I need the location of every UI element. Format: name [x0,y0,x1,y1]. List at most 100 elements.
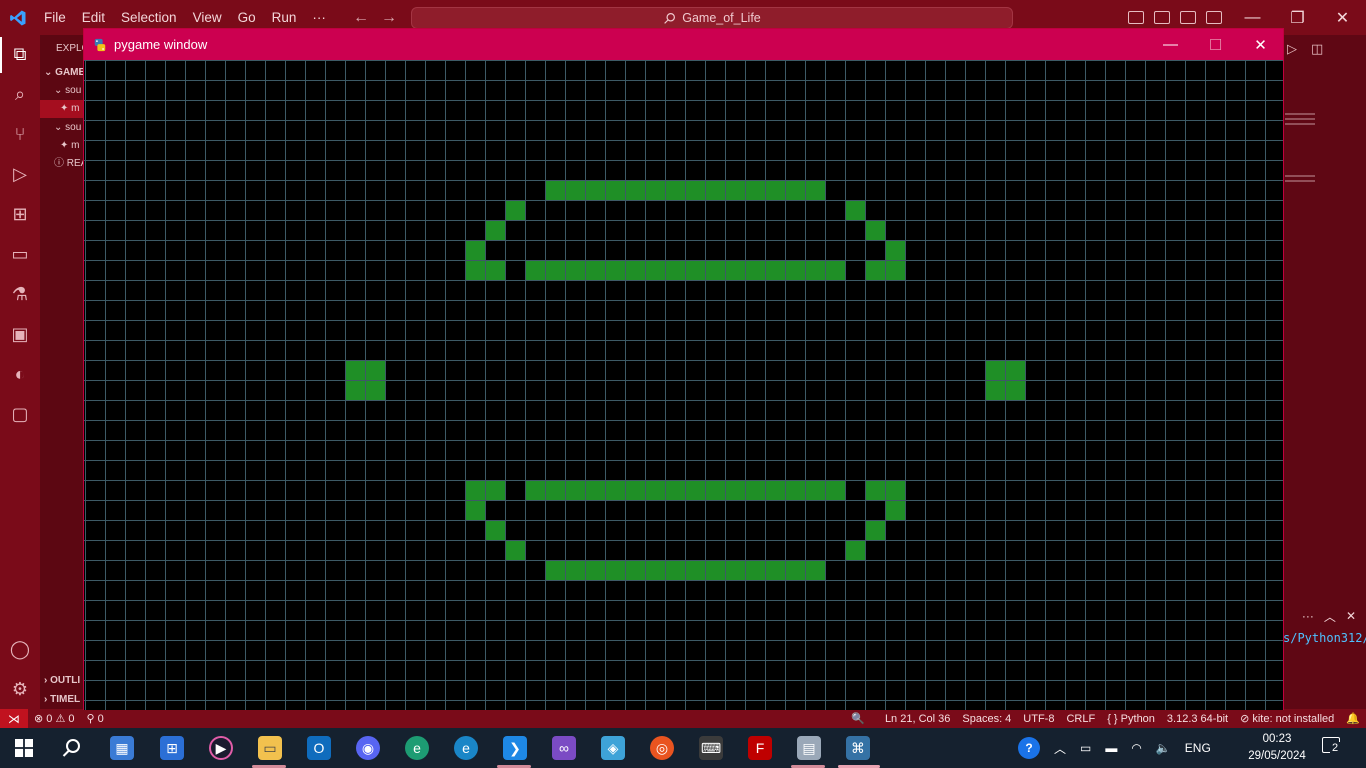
show-hidden-icons-chevron-icon[interactable]: ︿ [1054,740,1066,757]
live-cell[interactable] [986,381,1005,400]
live-cell[interactable] [706,561,725,580]
game-of-life-grid[interactable] [84,60,1283,710]
live-cell[interactable] [866,261,885,280]
store-icon[interactable]: ⊞ [160,736,184,760]
panel-more-icon[interactable]: ··· [1302,609,1314,623]
live-cell[interactable] [686,181,705,200]
live-cell[interactable] [886,241,905,260]
remote-indicator-icon[interactable]: ⋊ [0,709,28,728]
live-cell[interactable] [626,181,645,200]
outlook-icon[interactable]: O [307,736,331,760]
encoding[interactable]: UTF-8 [1017,713,1060,725]
live-cell[interactable] [606,481,625,500]
live-cell[interactable] [366,381,385,400]
docker-icon[interactable]: ▣ [9,323,31,345]
indentation[interactable]: Spaces: 4 [956,713,1017,725]
file-readme[interactable]: ⓘ REA [40,155,84,173]
edge-beta-icon[interactable]: e [454,736,478,760]
live-cell[interactable] [806,561,825,580]
live-cell[interactable] [746,481,765,500]
file-explorer-icon[interactable]: ▭ [258,736,282,760]
live-cell[interactable] [626,481,645,500]
live-cell[interactable] [466,481,485,500]
live-cell[interactable] [646,261,665,280]
live-cell[interactable] [786,481,805,500]
edge-tools-icon[interactable]: ◐ [9,363,31,385]
live-cell[interactable] [566,561,585,580]
live-cell[interactable] [666,181,685,200]
notification-center-icon[interactable]: 2 [1322,737,1346,759]
live-cell[interactable] [886,261,905,280]
live-cell[interactable] [646,481,665,500]
python-interpreter[interactable]: 3.12.3 64-bit [1161,713,1234,725]
live-cell[interactable] [706,261,725,280]
toggle-secondary-sidebar-icon[interactable] [1180,11,1196,24]
folder-game[interactable]: ⌄ GAME [40,64,84,82]
notifications-bell-icon[interactable]: 🔔 [1340,712,1366,725]
pygame-minimize-icon[interactable]: — [1148,29,1193,60]
visual-studio-icon[interactable]: ∞ [552,736,576,760]
live-cell[interactable] [826,481,845,500]
live-cell[interactable] [686,481,705,500]
live-cell[interactable] [1006,381,1025,400]
live-cell[interactable] [606,181,625,200]
edge-dev-icon[interactable]: e [405,736,429,760]
cursor-position[interactable]: Ln 21, Col 36 [879,713,956,725]
live-cell[interactable] [586,481,605,500]
live-cell[interactable] [626,561,645,580]
live-cell[interactable] [606,261,625,280]
zoom-icon[interactable]: 🔍 [845,712,871,725]
wifi-icon[interactable]: ◠ [1131,741,1141,755]
help-icon[interactable]: ? [1018,737,1040,759]
live-cell[interactable] [746,261,765,280]
language-indicator[interactable]: ENG [1185,741,1211,755]
python-icon[interactable]: ⌘ [846,736,870,760]
language-mode[interactable]: { } Python [1101,713,1161,725]
forward-arrow-icon[interactable]: → [380,9,398,27]
live-cell[interactable] [706,181,725,200]
file-main-1[interactable]: ✦ m [40,100,84,118]
menu-file[interactable]: File [36,0,74,35]
panel-maximize-icon[interactable]: ︿ [1324,608,1336,625]
live-cell[interactable] [586,561,605,580]
timeline-section[interactable]: › TIMEL [40,691,84,709]
live-cell[interactable] [546,481,565,500]
live-cell[interactable] [486,521,505,540]
live-cell[interactable] [726,261,745,280]
live-cell[interactable] [1006,361,1025,380]
live-cell[interactable] [466,241,485,260]
live-cell[interactable] [786,561,805,580]
folder-source-2[interactable]: ⌄ sou [40,119,84,137]
live-cell[interactable] [686,561,705,580]
live-cell[interactable] [466,501,485,520]
line-endings[interactable]: CRLF [1060,713,1101,725]
explorer-icon[interactable]: ⧉ [9,43,31,65]
live-cell[interactable] [806,181,825,200]
live-cell[interactable] [466,261,485,280]
kite-status[interactable]: ⊘ kite: not installed [1234,712,1340,725]
comments-icon[interactable]: ▢ [9,403,31,425]
filezilla-icon[interactable]: F [748,736,772,760]
live-cell[interactable] [646,181,665,200]
panel-close-icon[interactable]: ✕ [1346,609,1356,623]
live-cell[interactable] [526,261,545,280]
live-cell[interactable] [646,561,665,580]
search-icon[interactable] [60,736,84,760]
minimap[interactable] [1285,110,1360,200]
problems-indicator[interactable]: ⊗ 0 ⚠ 0 [28,712,81,725]
live-cell[interactable] [526,481,545,500]
live-cell[interactable] [706,481,725,500]
live-cell[interactable] [866,221,885,240]
live-cell[interactable] [506,541,525,560]
live-cell[interactable] [746,181,765,200]
extensions-icon[interactable]: ⊞ [9,203,31,225]
live-cell[interactable] [666,481,685,500]
live-cell[interactable] [766,481,785,500]
live-cell[interactable] [486,481,505,500]
box-icon[interactable]: ◈ [601,736,625,760]
source-control-icon[interactable]: ⑂ [9,123,31,145]
display-icon[interactable]: ▭ [1080,741,1091,755]
settings-gear-icon[interactable]: ⚙ [9,678,31,700]
live-cell[interactable] [566,481,585,500]
remote-desktop-icon[interactable]: ▤ [797,736,821,760]
